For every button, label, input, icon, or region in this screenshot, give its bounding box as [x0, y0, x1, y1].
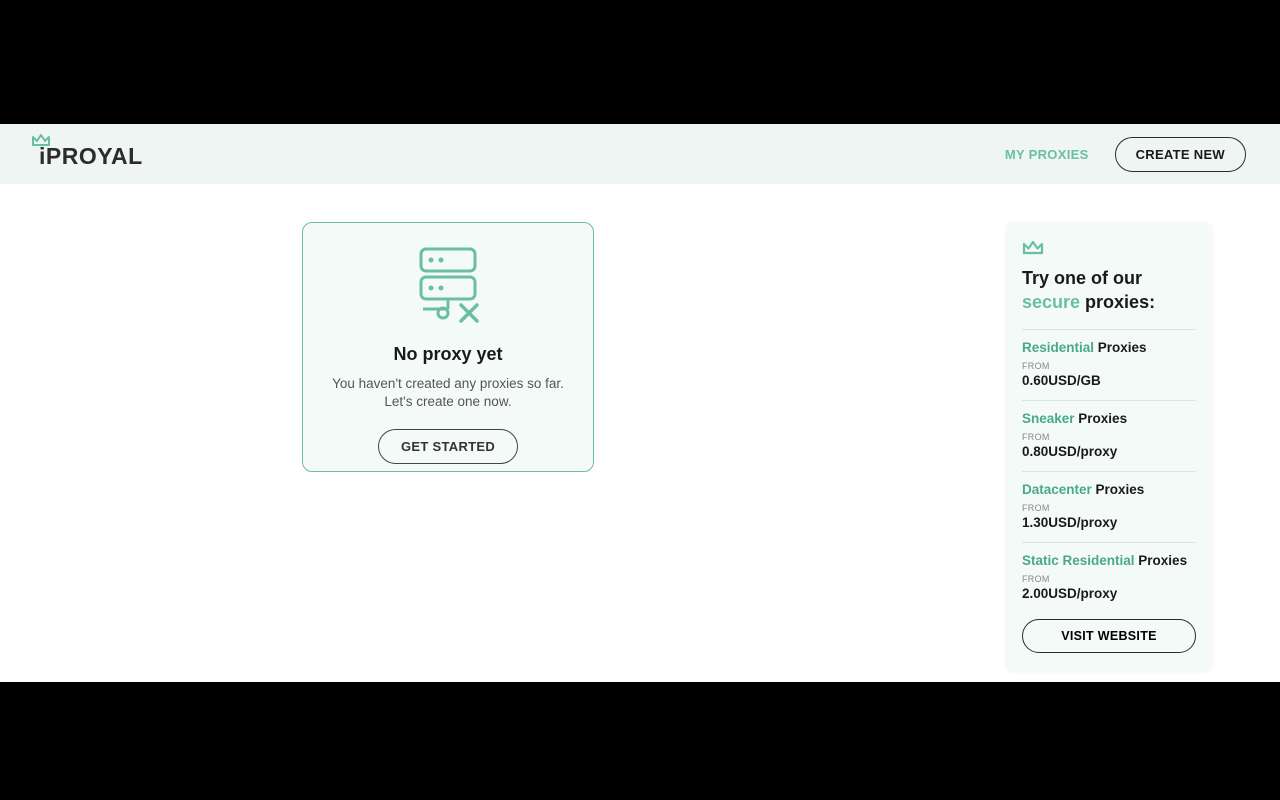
- get-started-button[interactable]: GET STARTED: [378, 429, 518, 464]
- plan-sneaker[interactable]: Sneaker Proxies FROM 0.80USD/proxy: [1022, 400, 1196, 471]
- plan-datacenter[interactable]: Datacenter Proxies FROM 1.30USD/proxy: [1022, 471, 1196, 542]
- create-new-button[interactable]: CREATE NEW: [1115, 137, 1246, 172]
- plan-price: 2.00USD/proxy: [1022, 586, 1196, 601]
- empty-state-title: No proxy yet: [393, 344, 502, 365]
- promo-sidebar: Try one of our secure proxies: Residenti…: [1006, 222, 1212, 671]
- plan-name: Static Residential Proxies: [1022, 553, 1196, 568]
- plan-residential[interactable]: Residential Proxies FROM 0.60USD/GB: [1022, 329, 1196, 400]
- crown-icon: [31, 133, 51, 152]
- server-x-icon: [411, 243, 485, 330]
- plan-price: 0.60USD/GB: [1022, 373, 1196, 388]
- sidebar-title: Try one of our secure proxies:: [1022, 266, 1196, 315]
- plan-price: 0.80USD/proxy: [1022, 444, 1196, 459]
- sidebar-title-prefix: Try one of our: [1022, 268, 1142, 288]
- logo[interactable]: iPROYAL: [34, 137, 143, 171]
- plan-from-label: FROM: [1022, 361, 1196, 371]
- plan-price: 1.30USD/proxy: [1022, 515, 1196, 530]
- plan-from-label: FROM: [1022, 574, 1196, 584]
- plan-name: Sneaker Proxies: [1022, 411, 1196, 426]
- plan-name: Datacenter Proxies: [1022, 482, 1196, 497]
- empty-state-subtitle: You haven't created any proxies so far. …: [327, 375, 569, 411]
- empty-state-card: No proxy yet You haven't created any pro…: [302, 222, 594, 472]
- crown-icon: [1022, 240, 1196, 260]
- header-bar: iPROYAL MY PROXIES CREATE NEW: [0, 124, 1280, 184]
- plan-static-residential[interactable]: Static Residential Proxies FROM 2.00USD/…: [1022, 542, 1196, 613]
- sidebar-title-suffix: proxies:: [1080, 292, 1155, 312]
- nav-my-proxies[interactable]: MY PROXIES: [1005, 147, 1089, 162]
- app-window: iPROYAL MY PROXIES CREATE NEW: [0, 124, 1280, 682]
- header-nav: MY PROXIES CREATE NEW: [1005, 137, 1246, 172]
- visit-website-button[interactable]: VISIT WEBSITE: [1022, 619, 1196, 653]
- plan-from-label: FROM: [1022, 503, 1196, 513]
- content-area: No proxy yet You haven't created any pro…: [0, 184, 1280, 682]
- sidebar-title-accent: secure: [1022, 292, 1080, 312]
- plan-from-label: FROM: [1022, 432, 1196, 442]
- plan-name: Residential Proxies: [1022, 340, 1196, 355]
